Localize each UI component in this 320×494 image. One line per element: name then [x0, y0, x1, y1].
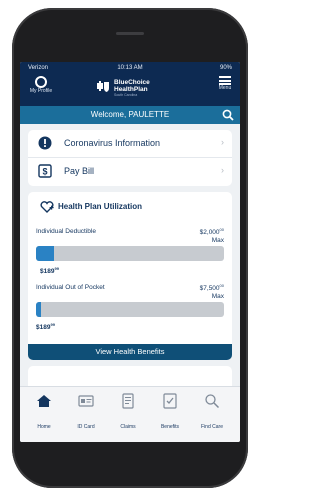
app-screen: Verizon 10:13 AM 90% My Profile BlueChoi…	[20, 62, 240, 442]
heart-plus-icon	[40, 201, 54, 213]
welcome-bar: Welcome, PAULETTE	[20, 106, 240, 124]
tab-id-card[interactable]: ID Card	[66, 393, 106, 433]
benefits-icon	[163, 393, 177, 409]
welcome-text: Welcome, PAULETTE	[90, 110, 170, 119]
menu-label: Menu	[218, 85, 232, 91]
deductible-progress-fill	[36, 246, 54, 261]
chevron-right-icon: ›	[221, 137, 224, 147]
tab-claims-label: Claims	[120, 424, 136, 430]
chevron-right-icon: ›	[221, 165, 224, 175]
bluecross-shield-icon	[97, 81, 109, 92]
tab-find-care-label: Find Care	[201, 424, 223, 430]
coronavirus-info-link[interactable]: Coronavirus Information ›	[28, 130, 232, 157]
menu-button[interactable]: Menu	[216, 76, 234, 91]
tab-id-card-label: ID Card	[77, 424, 95, 430]
id-card-icon	[78, 395, 94, 407]
battery-level: 90%	[219, 65, 232, 71]
status-bar: Verizon 10:13 AM 90%	[20, 62, 240, 74]
view-health-benefits-button[interactable]: View Health Benefits	[28, 344, 232, 360]
my-profile-label: My Profile	[29, 88, 53, 94]
my-profile-button[interactable]: My Profile	[28, 76, 54, 94]
coronavirus-info-label: Coronavirus Information	[64, 138, 161, 148]
tab-find-care[interactable]: Find Care	[192, 393, 232, 433]
tab-claims[interactable]: Claims	[108, 393, 148, 433]
out-of-pocket-progress-fill	[36, 302, 41, 317]
quick-links-card: Coronavirus Information › $ Pay Bill ›	[28, 130, 232, 186]
deductible-label: Individual Deductible	[36, 228, 96, 235]
tab-benefits-label: Benefits	[160, 424, 180, 430]
tab-home-label: Home	[37, 424, 51, 430]
tab-benefits[interactable]: Benefits	[150, 393, 190, 433]
brand-logo: BlueChoice HealthPlan South Carolina	[96, 78, 166, 97]
out-of-pocket-label: Individual Out of Pocket	[36, 284, 105, 291]
search-icon	[205, 394, 220, 409]
out-of-pocket-progress-bar	[36, 302, 224, 317]
svg-text:$: $	[42, 167, 47, 177]
utilization-title: Health Plan Utilization	[58, 202, 143, 211]
deductible-spent: $18999	[40, 266, 59, 276]
pay-bill-link[interactable]: $ Pay Bill ›	[28, 158, 232, 185]
brand-name: BlueChoice HealthPlan	[114, 79, 150, 93]
deductible-progress-bar	[36, 246, 224, 261]
next-card-peek	[28, 366, 232, 386]
hamburger-icon	[219, 76, 231, 85]
brand-subtitle: South Carolina	[114, 93, 138, 97]
out-of-pocket-max: $7,50000 Max	[199, 283, 224, 301]
clock: 10:13 AM	[117, 65, 143, 71]
speaker-grille	[116, 32, 144, 35]
info-icon	[38, 136, 52, 150]
profile-icon	[35, 76, 47, 88]
search-icon[interactable]	[222, 109, 234, 121]
dollar-icon: $	[38, 164, 52, 178]
bottom-tab-bar: Home ID Card Claims Benefits Find Care	[20, 386, 240, 442]
app-header: Verizon 10:13 AM 90% My Profile BlueChoi…	[20, 62, 240, 106]
deductible-max: $2,00000 Max	[199, 227, 224, 245]
tab-home[interactable]: Home	[24, 393, 64, 433]
claims-icon	[122, 393, 134, 409]
home-icon	[37, 395, 51, 407]
out-of-pocket-spent: $18999	[36, 322, 55, 332]
pay-bill-label: Pay Bill	[64, 166, 95, 176]
health-plan-utilization-card: Health Plan Utilization Individual Deduc…	[28, 192, 232, 360]
